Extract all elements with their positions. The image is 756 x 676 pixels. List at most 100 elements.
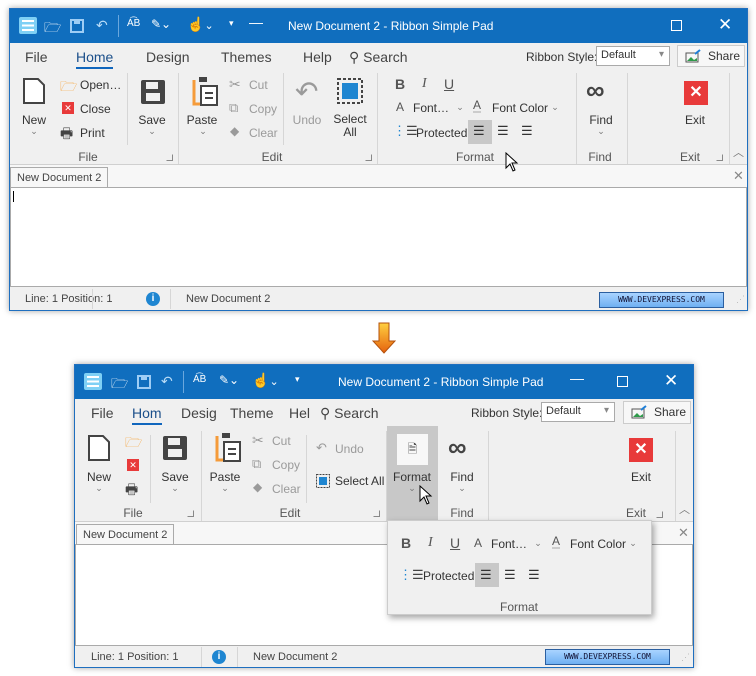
copy-button[interactable]: Copy [249, 102, 277, 116]
undo-button[interactable]: Undo [293, 113, 322, 127]
customize-toolbar-icon[interactable]: ▾ [229, 18, 234, 29]
close-document-icon[interactable]: ✕ [678, 525, 689, 541]
print-button[interactable]: Print [80, 126, 105, 140]
minimize-icon[interactable]: — [570, 370, 584, 386]
size-grip-icon[interactable]: ⋰ [681, 652, 690, 663]
paste-button[interactable]: Paste [210, 470, 241, 484]
save-button[interactable]: Save [161, 470, 188, 484]
font-chevron-icon[interactable]: ⌄ [456, 102, 464, 113]
font-color-dropdown[interactable]: Font Color [570, 537, 626, 551]
close-icon[interactable]: ✕ [664, 371, 678, 391]
close-button[interactable]: ✕ [127, 459, 139, 471]
exit-icon[interactable]: ✕ [629, 438, 653, 462]
underline-button[interactable]: U [450, 535, 460, 551]
maximize-icon[interactable] [671, 20, 682, 31]
save-icon[interactable] [70, 19, 84, 33]
find-dropdown-icon[interactable]: ⌄ [597, 126, 605, 137]
find-button[interactable]: Find [589, 113, 612, 127]
app-icon[interactable] [19, 17, 37, 34]
exit-dialog-launcher[interactable] [656, 511, 663, 518]
paste-dropdown-icon[interactable]: ⌄ [199, 126, 207, 137]
file-dialog-launcher[interactable] [187, 510, 194, 517]
ribbon-style-select[interactable]: Default [596, 46, 670, 66]
save-disk-icon[interactable] [141, 80, 165, 104]
save-dropdown-icon[interactable]: ⌄ [171, 483, 179, 494]
tab-file[interactable]: File [91, 405, 114, 421]
paint-format-icon[interactable]: ✎⌄ [219, 373, 239, 387]
save-button[interactable]: Save [138, 113, 165, 127]
open-icon[interactable]: 🗁 [111, 373, 128, 397]
open-icon[interactable]: 🗁 [44, 17, 61, 41]
new-button[interactable]: New [22, 113, 46, 127]
binoculars-icon[interactable]: ∞ [586, 75, 605, 106]
font-color-dropdown[interactable]: Font Color [492, 101, 548, 115]
touch-mode-icon[interactable]: ☝⌄ [187, 16, 214, 33]
search-box[interactable]: ⚲ Search [349, 49, 408, 66]
edit-dialog-launcher[interactable] [373, 510, 380, 517]
info-icon[interactable]: i [146, 292, 160, 306]
maximize-icon[interactable] [617, 376, 628, 387]
tab-themes[interactable]: Theme [230, 405, 274, 421]
list-icon[interactable]: ⋮☰ [393, 123, 418, 139]
save-dropdown-icon[interactable]: ⌄ [148, 126, 156, 137]
save-icon[interactable] [137, 375, 151, 389]
bold-button[interactable]: B [395, 76, 405, 92]
tab-design[interactable]: Desig [181, 405, 217, 421]
align-right-icon[interactable]: ☰ [521, 123, 533, 139]
font-color-chevron-icon[interactable]: ⌄ [629, 538, 637, 549]
close-icon[interactable]: ✕ [718, 15, 732, 35]
open-button[interactable]: 🗁 [125, 432, 142, 456]
italic-button[interactable]: I [422, 76, 427, 92]
text-editor[interactable] [10, 187, 747, 287]
font-dropdown[interactable]: Font… [491, 537, 527, 551]
clear-button[interactable]: Clear [249, 126, 278, 140]
bold-button[interactable]: B [401, 535, 411, 551]
cut-button[interactable]: Cut [272, 434, 291, 448]
tab-design[interactable]: Design [146, 49, 190, 65]
clear-button[interactable]: Clear [272, 482, 301, 496]
info-icon[interactable]: i [212, 650, 226, 664]
underline-button[interactable]: U [444, 76, 454, 92]
file-dialog-launcher[interactable] [166, 154, 173, 161]
protected-button[interactable]: Protected [416, 126, 467, 140]
open-button[interactable]: Open… [80, 78, 121, 92]
minimize-icon[interactable]: — [249, 14, 263, 30]
app-icon[interactable] [84, 373, 102, 390]
binoculars-icon[interactable]: ∞ [448, 432, 467, 463]
new-dropdown-icon[interactable]: ⌄ [95, 483, 103, 494]
tab-home[interactable]: Home [76, 49, 114, 69]
paste-dropdown-icon[interactable]: ⌄ [221, 483, 229, 494]
tab-themes[interactable]: Themes [221, 49, 272, 65]
document-tab[interactable]: New Document 2 [76, 524, 175, 545]
font-dropdown[interactable]: Font… [413, 101, 449, 115]
ribbon-style-select[interactable]: Default [541, 402, 615, 422]
font-chevron-icon[interactable]: ⌄ [534, 538, 542, 549]
spelling-icon[interactable]: A͡B [193, 374, 206, 385]
align-right-icon[interactable]: ☰ [528, 567, 540, 583]
collapse-ribbon-icon[interactable]: ︿ [679, 501, 690, 517]
tab-file[interactable]: File [25, 49, 48, 65]
share-button[interactable]: Share [623, 401, 691, 424]
tab-home[interactable]: Hom [132, 405, 162, 425]
new-button[interactable]: New [87, 470, 111, 484]
cut-button[interactable]: Cut [249, 78, 268, 92]
new-document-icon[interactable] [23, 78, 45, 104]
find-button[interactable]: Find [450, 470, 473, 484]
exit-button[interactable]: Exit [685, 113, 705, 127]
collapse-ribbon-icon[interactable]: ︿ [733, 144, 744, 160]
paint-format-icon[interactable]: ✎⌄ [151, 17, 171, 31]
close-document-icon[interactable]: ✕ [733, 168, 744, 184]
select-all-icon[interactable] [337, 78, 363, 104]
print-button[interactable]: 🖶 [125, 479, 138, 503]
paste-button[interactable]: Paste [187, 113, 218, 127]
align-center-icon[interactable]: ☰ [504, 567, 516, 583]
protected-button[interactable]: Protected [423, 569, 474, 583]
font-color-chevron-icon[interactable]: ⌄ [551, 102, 559, 113]
select-all-button[interactable]: Select All [330, 113, 370, 139]
search-box[interactable]: ⚲ Search [320, 405, 379, 422]
list-icon[interactable]: ⋮☰ [399, 567, 424, 583]
find-dropdown-icon[interactable]: ⌄ [458, 483, 466, 494]
save-disk-icon[interactable] [163, 436, 187, 460]
close-button[interactable]: Close [80, 102, 111, 116]
edit-dialog-launcher[interactable] [365, 154, 372, 161]
